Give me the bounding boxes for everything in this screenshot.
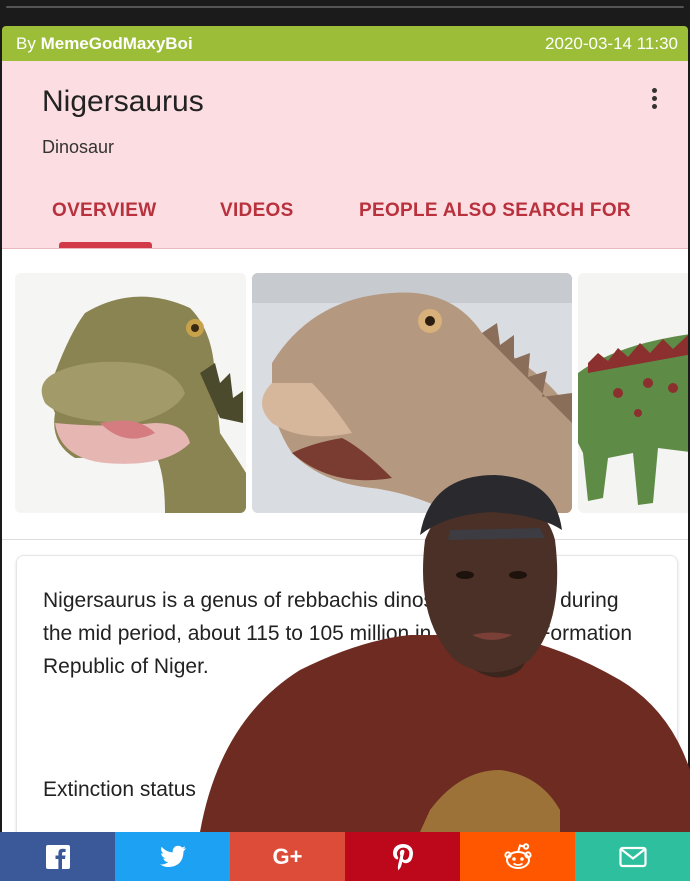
top-strip xyxy=(0,0,690,26)
facebook-icon xyxy=(45,844,70,869)
tab-people-also-search-for[interactable]: PEOPLE ALSO SEARCH FOR xyxy=(359,200,631,222)
post-meta-bar: By MemeGodMaxyBoi 2020-03-14 11:30 xyxy=(2,26,688,61)
share-email-button[interactable] xyxy=(575,832,690,881)
person-overlay-image xyxy=(200,475,690,832)
by-prefix: By xyxy=(16,33,36,53)
reddit-icon xyxy=(503,842,532,869)
pinterest-icon xyxy=(392,843,413,870)
tab-overview[interactable]: OVERVIEW xyxy=(52,200,156,222)
post-author: By MemeGodMaxyBoi xyxy=(16,34,193,54)
google-plus-icon: G+ xyxy=(272,843,303,869)
tab-videos[interactable]: VIDEOS xyxy=(220,200,294,222)
tab-bar: OVERVIEW VIDEOS PEOPLE ALSO SEARCH FOR xyxy=(2,196,688,236)
share-twitter-button[interactable] xyxy=(115,832,230,881)
page-subtitle: Dinosaur xyxy=(42,137,115,157)
share-pinterest-button[interactable] xyxy=(345,832,460,881)
share-google-plus-button[interactable]: G+ xyxy=(230,832,345,881)
extinction-status-label: Extinction status xyxy=(43,778,196,801)
top-divider xyxy=(6,6,684,8)
share-reddit-button[interactable] xyxy=(460,832,575,881)
more-options-icon[interactable] xyxy=(642,85,666,115)
author-link[interactable]: MemeGodMaxyBoi xyxy=(41,34,193,53)
page-title: Nigersaurus xyxy=(42,85,204,118)
share-facebook-button[interactable] xyxy=(0,832,115,881)
share-bar: G+ xyxy=(0,832,690,881)
post-timestamp: 2020-03-14 11:30 xyxy=(545,33,678,53)
header-divider xyxy=(2,248,688,249)
knowledge-card-header: Nigersaurus Dinosaur OVERVIEW VIDEOS PEO… xyxy=(2,61,688,249)
twitter-icon xyxy=(159,845,186,867)
mail-icon xyxy=(618,846,647,867)
